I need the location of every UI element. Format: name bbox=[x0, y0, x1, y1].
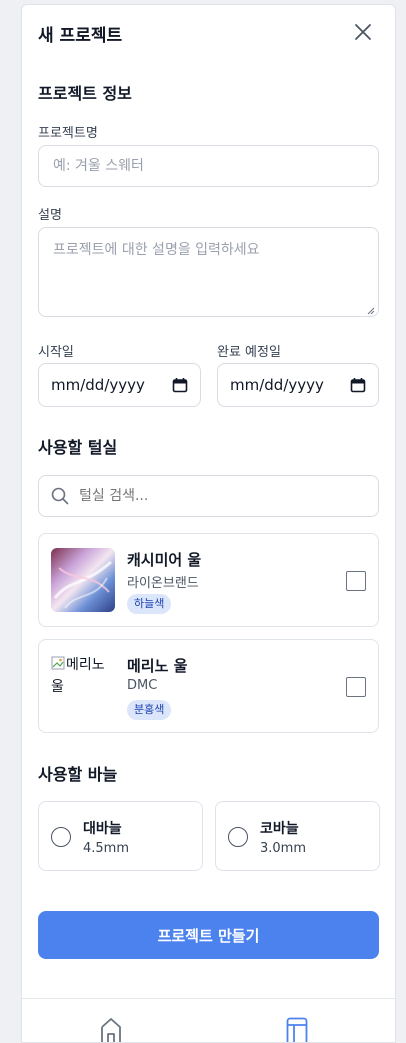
layout-icon[interactable] bbox=[286, 1017, 308, 1043]
start-date-label: 시작일 bbox=[38, 345, 74, 360]
dialog-title: 새 프로젝트 bbox=[38, 26, 123, 46]
needle-radio[interactable] bbox=[228, 827, 248, 847]
close-button[interactable] bbox=[351, 20, 375, 44]
yarn-image bbox=[51, 548, 115, 612]
project-info-heading: 프로젝트 정보 bbox=[38, 84, 132, 103]
yarns-heading: 사용할 털실 bbox=[38, 438, 118, 457]
needle-option-card[interactable]: 대바늘 4.5mm bbox=[38, 801, 203, 871]
yarn-brand: 라이온브랜드 bbox=[127, 576, 199, 591]
yarn-brand: DMC bbox=[127, 678, 158, 693]
new-project-dialog: 새 프로젝트 프로젝트 정보 프로젝트명 설명 시작일 mm/dd/yyyy 완… bbox=[21, 4, 396, 1043]
needles-heading: 사용할 바늘 bbox=[38, 765, 118, 784]
end-date-label: 완료 예정일 bbox=[217, 345, 281, 360]
yarn-name: 캐시미어 울 bbox=[127, 551, 202, 569]
end-date-input[interactable]: mm/dd/yyyy bbox=[217, 363, 379, 407]
yarn-name: 메리노 울 bbox=[127, 657, 188, 675]
yarn-search-input[interactable] bbox=[79, 476, 369, 516]
create-project-button[interactable]: 프로젝트 만들기 bbox=[38, 911, 379, 959]
project-name-input[interactable] bbox=[38, 145, 379, 187]
yarn-texture-icon bbox=[53, 560, 112, 609]
needle-size: 3.0mm bbox=[260, 841, 307, 856]
home-icon[interactable] bbox=[100, 1015, 122, 1043]
broken-image-icon bbox=[51, 656, 65, 670]
project-name-label: 프로젝트명 bbox=[38, 126, 98, 141]
description-label: 설명 bbox=[38, 208, 62, 223]
yarn-card[interactable]: 캐시미어 울 라이온브랜드 하늘색 bbox=[38, 533, 379, 627]
end-date-value: mm/dd/yyyy bbox=[230, 376, 324, 394]
close-icon bbox=[355, 24, 371, 40]
description-textarea[interactable] bbox=[38, 227, 379, 317]
yarn-color-badge: 하늘색 bbox=[127, 594, 172, 614]
start-date-input[interactable]: mm/dd/yyyy bbox=[38, 363, 201, 407]
needle-option-card[interactable]: 코바늘 3.0mm bbox=[215, 801, 380, 871]
search-icon bbox=[51, 487, 69, 505]
needle-name: 대바늘 bbox=[83, 821, 122, 837]
needle-name: 코바늘 bbox=[260, 821, 299, 837]
calendar-icon[interactable] bbox=[172, 377, 188, 393]
yarn-checkbox[interactable] bbox=[346, 571, 366, 591]
start-date-value: mm/dd/yyyy bbox=[51, 376, 145, 394]
needle-radio[interactable] bbox=[51, 827, 71, 847]
resize-handle-icon[interactable] bbox=[367, 307, 375, 315]
calendar-icon[interactable] bbox=[350, 377, 366, 393]
yarn-card[interactable]: 메리노 울 메리노 울 DMC 분홍색 bbox=[38, 639, 379, 733]
yarn-search-box bbox=[38, 475, 379, 517]
yarn-color-badge: 분홍색 bbox=[127, 700, 172, 720]
yarn-checkbox[interactable] bbox=[346, 677, 366, 697]
bottom-nav bbox=[22, 998, 395, 1043]
yarn-image-broken: 메리노 울 bbox=[51, 654, 119, 714]
needle-size: 4.5mm bbox=[83, 841, 130, 856]
